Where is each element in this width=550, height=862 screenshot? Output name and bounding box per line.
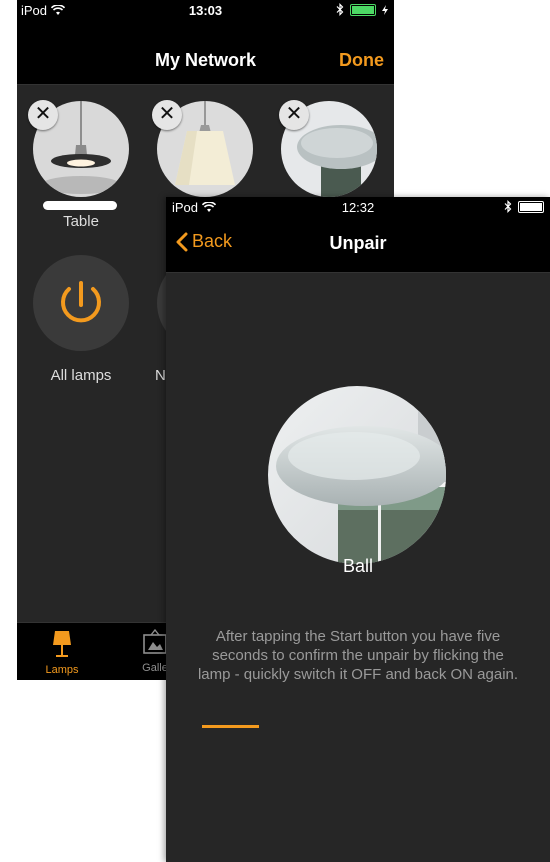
battery-icon [518, 200, 544, 213]
navigation-bar: My Network Done [17, 20, 394, 85]
unpair-screen: iPod 12:32 Back Unpair Ball After tappin… [166, 197, 550, 862]
remove-lamp-button[interactable]: ✕ [152, 100, 182, 130]
done-button[interactable]: Done [339, 50, 384, 71]
lamp-label: Table [63, 213, 99, 230]
lamp-photo [268, 386, 446, 564]
all-lamps-power-button[interactable] [33, 255, 129, 351]
progress-indicator [202, 725, 259, 728]
status-bar: iPod 12:32 [166, 197, 550, 217]
bluetooth-icon [336, 3, 344, 16]
status-right [504, 200, 544, 213]
status-bar: iPod 13:03 [17, 0, 394, 20]
page-title: My Network [154, 50, 257, 70]
group-label: All lamps [50, 367, 112, 384]
battery-icon [350, 3, 376, 16]
bluetooth-icon [504, 200, 512, 213]
ball-lamp-image [268, 386, 446, 564]
status-time: 12:32 [341, 200, 375, 215]
status-right [336, 3, 388, 16]
gallery-icon [143, 628, 167, 654]
navigation-bar: Back Unpair [166, 217, 550, 273]
page-title: Unpair [329, 233, 387, 253]
lamp-name: Ball [342, 556, 373, 576]
remove-lamp-button[interactable]: ✕ [28, 100, 58, 130]
charging-icon [382, 4, 388, 15]
brightness-indicator [43, 201, 117, 210]
unpair-instructions: After tapping the Start button you have … [197, 628, 519, 683]
lamp-icon [53, 631, 71, 657]
remove-lamp-button[interactable]: ✕ [279, 100, 309, 130]
tab-lamps[interactable]: Lamps [32, 623, 92, 676]
power-icon [61, 281, 101, 323]
tab-label: Lamps [45, 664, 79, 676]
